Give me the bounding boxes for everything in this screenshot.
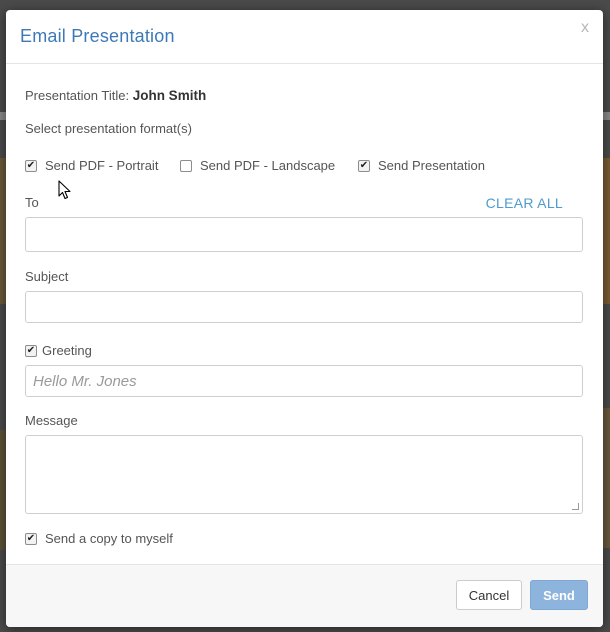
dialog-body: Presentation Title: John Smith Select pr…	[6, 64, 603, 564]
format-option-presentation[interactable]: ✔ Send Presentation	[358, 158, 485, 173]
format-option-label: Send Presentation	[378, 158, 485, 173]
send-copy-label: Send a copy to myself	[45, 531, 173, 546]
to-input[interactable]	[25, 217, 583, 252]
send-copy-toggle[interactable]: ✔ Send a copy to myself	[25, 531, 173, 546]
subject-label: Subject	[25, 269, 69, 284]
presentation-title-value: John Smith	[132, 88, 207, 103]
resize-handle-icon[interactable]	[572, 503, 579, 510]
greeting-input[interactable]: Hello Mr. Jones	[25, 365, 583, 397]
checkbox-checked-icon[interactable]: ✔	[25, 532, 37, 545]
message-label: Message	[25, 413, 78, 428]
format-option-pdf-landscape[interactable]: Send PDF - Landscape	[180, 158, 335, 173]
subject-input[interactable]	[25, 291, 583, 323]
dialog-title: Email Presentation	[20, 26, 175, 46]
checkbox-unchecked-icon[interactable]	[180, 159, 192, 172]
checkbox-checked-icon[interactable]: ✔	[25, 344, 37, 357]
greeting-label: Greeting	[42, 343, 92, 358]
presentation-title-label: Presentation Title:	[25, 88, 130, 103]
email-presentation-dialog: Email Presentation x Presentation Title:…	[6, 10, 603, 627]
checkbox-checked-icon[interactable]: ✔	[358, 159, 370, 172]
message-textarea[interactable]	[25, 435, 583, 514]
send-button[interactable]: Send	[530, 580, 588, 610]
format-label: Select presentation format(s)	[25, 121, 192, 136]
format-option-pdf-portrait[interactable]: ✔ Send PDF - Portrait	[25, 158, 158, 173]
dialog-footer: Cancel Send	[6, 564, 603, 627]
clear-all-link[interactable]: CLEAR ALL	[486, 195, 563, 211]
mouse-pointer-icon	[58, 180, 71, 200]
cancel-button[interactable]: Cancel	[456, 580, 522, 610]
presentation-title-line: Presentation Title: John Smith	[25, 88, 206, 103]
to-label: To	[25, 195, 39, 210]
greeting-toggle[interactable]: ✔ Greeting	[25, 343, 92, 358]
dialog-header: Email Presentation x	[6, 10, 603, 64]
close-icon[interactable]: x	[581, 19, 589, 37]
checkbox-checked-icon[interactable]: ✔	[25, 159, 37, 172]
format-option-label: Send PDF - Landscape	[200, 158, 336, 173]
format-option-label: Send PDF - Portrait	[45, 158, 159, 173]
